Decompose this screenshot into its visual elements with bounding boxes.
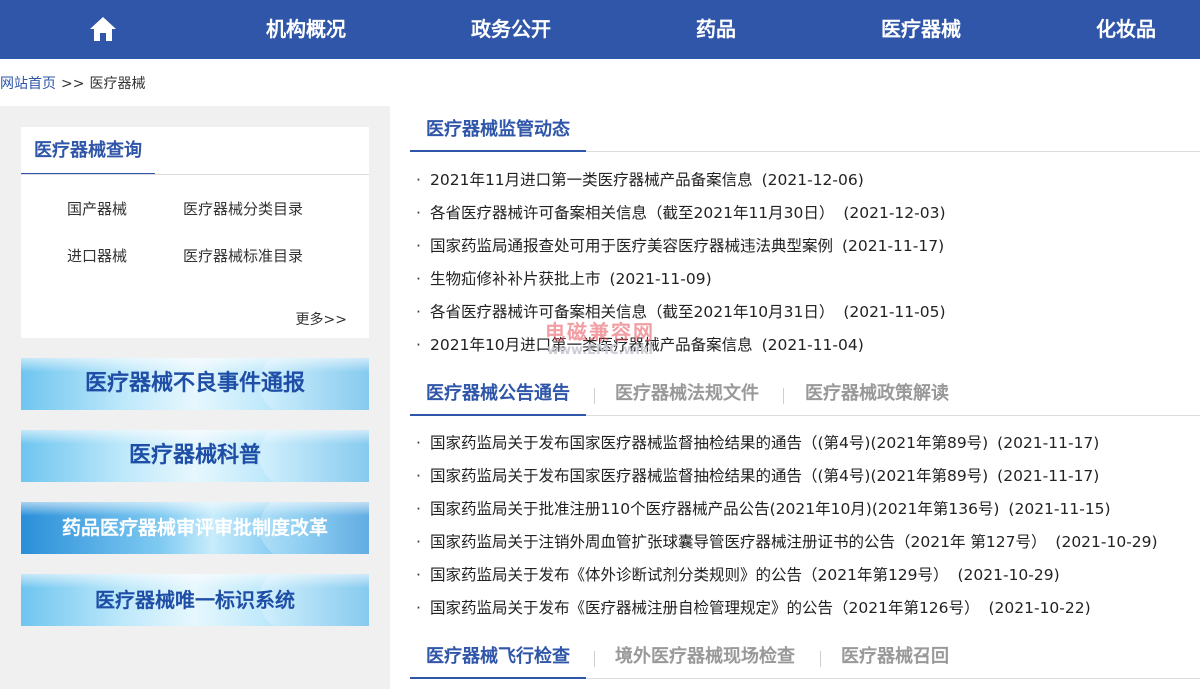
breadcrumb-current: 医疗器械 [89, 76, 146, 92]
banner-adverse-events-label: 医疗器械不良事件通报 [84, 371, 305, 396]
banner-adverse-events[interactable]: 医疗器械不良事件通报 [21, 358, 369, 410]
list-item[interactable]: · 国家药监局关于发布国家医疗器械监督抽检结果的通告（(第4号)(2021年第89… [416, 427, 1200, 460]
list-item[interactable]: · 国家药监局关于批准注册110个医疗器械产品公告(2021年10月)(2021年… [416, 493, 1200, 526]
section-supervision-tabs: 医疗器械监管动态 [410, 110, 1200, 152]
news-date: (2021-11-17) [997, 467, 1100, 485]
news-title: 国家药监局通报查处可用于医疗美容医疗器械违法典型案例 [430, 237, 834, 255]
banner-udi-system-label: 医疗器械唯一标识系统 [95, 588, 295, 612]
list-item[interactable]: · 国家药监局关于发布《医疗器械注册自检管理规定》的公告（2021年第126号） … [416, 592, 1200, 625]
news-title: 各省医疗器械许可备案相关信息（截至2021年10月31日） [430, 303, 835, 321]
news-title: 国家药监局关于注销外周血管扩张球囊导管医疗器械注册证书的公告（2021年 第12… [430, 533, 1047, 551]
query-link-imported[interactable]: 进口器械 [67, 245, 127, 266]
section-announcement-tabs: 医疗器械公告通告 医疗器械法规文件 医疗器械政策解读 [410, 374, 1200, 416]
section-inspection-tabs: 医疗器械飞行检查 境外医疗器械现场检查 医疗器械召回 [410, 637, 1200, 679]
banner-science-popularization-label: 医疗器械科普 [128, 443, 261, 468]
tab-supervision-dynamics[interactable]: 医疗器械监管动态 [410, 110, 586, 152]
tab-divider [783, 388, 784, 404]
nav-item-medical-devices[interactable]: 医疗器械 [881, 0, 961, 59]
nav-home-button[interactable] [78, 8, 128, 50]
tab-regulations[interactable]: 医疗器械法规文件 [599, 374, 775, 416]
tab-flight-inspection[interactable]: 医疗器械飞行检查 [410, 637, 586, 679]
list-item[interactable]: · 2021年11月进口第一类医疗器械产品备案信息 (2021-12-06) [416, 164, 1200, 197]
list-item[interactable]: · 国家药监局通报查处可用于医疗美容医疗器械违法典型案例 (2021-11-17) [416, 230, 1200, 263]
home-icon [90, 17, 116, 41]
nav-item-drugs[interactable]: 药品 [696, 0, 736, 59]
news-date: (2021-11-05) [843, 303, 946, 321]
news-date: (2021-11-09) [609, 270, 712, 288]
top-navigation: 机构概况 政务公开 药品 医疗器械 化妆品 [0, 0, 1200, 59]
divider [21, 174, 369, 175]
news-title: 各省医疗器械许可备案相关信息（截至2021年11月30日） [430, 204, 835, 222]
news-date: (2021-12-06) [761, 171, 864, 189]
news-date: (2021-11-04) [761, 336, 864, 354]
news-date: (2021-11-17) [997, 434, 1100, 452]
announcement-news-list: · 国家药监局关于发布国家医疗器械监督抽检结果的通告（(第4号)(2021年第89… [416, 427, 1200, 625]
tab-divider [820, 651, 821, 667]
news-title: 国家药监局关于发布《体外诊断试剂分类规则》的公告（2021年第129号） [430, 566, 949, 584]
query-link-standards-catalog[interactable]: 医疗器械标准目录 [183, 245, 303, 266]
news-title: 2021年11月进口第一类医疗器械产品备案信息 [430, 171, 753, 189]
list-item[interactable]: · 国家药监局关于发布《体外诊断试剂分类规则》的公告（2021年第129号） (2… [416, 559, 1200, 592]
tab-overseas-inspection[interactable]: 境外医疗器械现场检查 [599, 637, 811, 679]
banner-science-popularization[interactable]: 医疗器械科普 [21, 430, 369, 482]
news-title: 国家药监局关于发布国家医疗器械监督抽检结果的通告（(第4号)(2021年第89号… [430, 467, 989, 485]
device-query-panel: 医疗器械查询 国产器械 医疗器械分类目录 进口器械 医疗器械标准目录 更多>> [21, 127, 369, 338]
banner-review-reform[interactable]: 药品医疗器械审评审批制度改革 [21, 502, 369, 554]
device-query-title: 医疗器械查询 [21, 127, 155, 175]
list-item[interactable]: · 国家药监局关于注销外周血管扩张球囊导管医疗器械注册证书的公告（2021年 第1… [416, 526, 1200, 559]
news-date: (2021-10-29) [957, 566, 1060, 584]
tab-divider [594, 388, 595, 404]
breadcrumb-separator: >> [61, 76, 85, 92]
list-item[interactable]: · 各省医疗器械许可备案相关信息（截至2021年11月30日） (2021-12-… [416, 197, 1200, 230]
list-item[interactable]: · 2021年10月进口第一类医疗器械产品备案信息 (2021-11-04) [416, 329, 1200, 362]
query-more-link[interactable]: 更多>> [296, 309, 347, 329]
news-date: (2021-10-29) [1055, 533, 1158, 551]
nav-item-agency[interactable]: 机构概况 [266, 0, 346, 59]
breadcrumb-home-link[interactable]: 网站首页 [0, 76, 56, 92]
banner-review-reform-label: 药品医疗器械审评审批制度改革 [61, 517, 328, 539]
news-title: 国家药监局关于发布国家医疗器械监督抽检结果的通告（(第4号)(2021年第89号… [430, 434, 989, 452]
news-title: 国家药监局关于发布《医疗器械注册自检管理规定》的公告（2021年第126号） [430, 599, 980, 617]
news-date: (2021-12-03) [843, 204, 946, 222]
nav-item-government-affairs[interactable]: 政务公开 [471, 0, 551, 59]
supervision-news-list: · 2021年11月进口第一类医疗器械产品备案信息 (2021-12-06) · 各… [416, 164, 1200, 362]
news-title: 国家药监局关于批准注册110个医疗器械产品公告(2021年10月)(2021年第… [430, 500, 1000, 518]
news-title: 2021年10月进口第一类医疗器械产品备案信息 [430, 336, 753, 354]
news-date: (2021-11-17) [841, 237, 945, 255]
breadcrumb: 网站首页 >> 医疗器械 [0, 73, 145, 93]
query-link-classification-catalog[interactable]: 医疗器械分类目录 [183, 198, 303, 219]
list-item[interactable]: · 生物疝修补补片获批上市 (2021-11-09) [416, 263, 1200, 296]
query-link-domestic[interactable]: 国产器械 [67, 198, 127, 219]
tab-announcements[interactable]: 医疗器械公告通告 [410, 374, 586, 416]
tab-policy-interpretation[interactable]: 医疗器械政策解读 [789, 374, 965, 416]
news-title: 生物疝修补补片获批上市 [430, 270, 601, 288]
tab-divider [594, 651, 595, 667]
news-date: (2021-10-22) [988, 599, 1091, 617]
list-item[interactable]: · 国家药监局关于发布国家医疗器械监督抽检结果的通告（(第4号)(2021年第89… [416, 460, 1200, 493]
left-sidebar: 医疗器械查询 国产器械 医疗器械分类目录 进口器械 医疗器械标准目录 更多>> … [0, 106, 390, 689]
news-date: (2021-11-15) [1008, 500, 1111, 518]
banner-udi-system[interactable]: 医疗器械唯一标识系统 [21, 574, 369, 626]
nav-item-cosmetics[interactable]: 化妆品 [1096, 0, 1156, 59]
list-item[interactable]: · 各省医疗器械许可备案相关信息（截至2021年10月31日） (2021-11-… [416, 296, 1200, 329]
tab-recalls[interactable]: 医疗器械召回 [825, 637, 965, 679]
